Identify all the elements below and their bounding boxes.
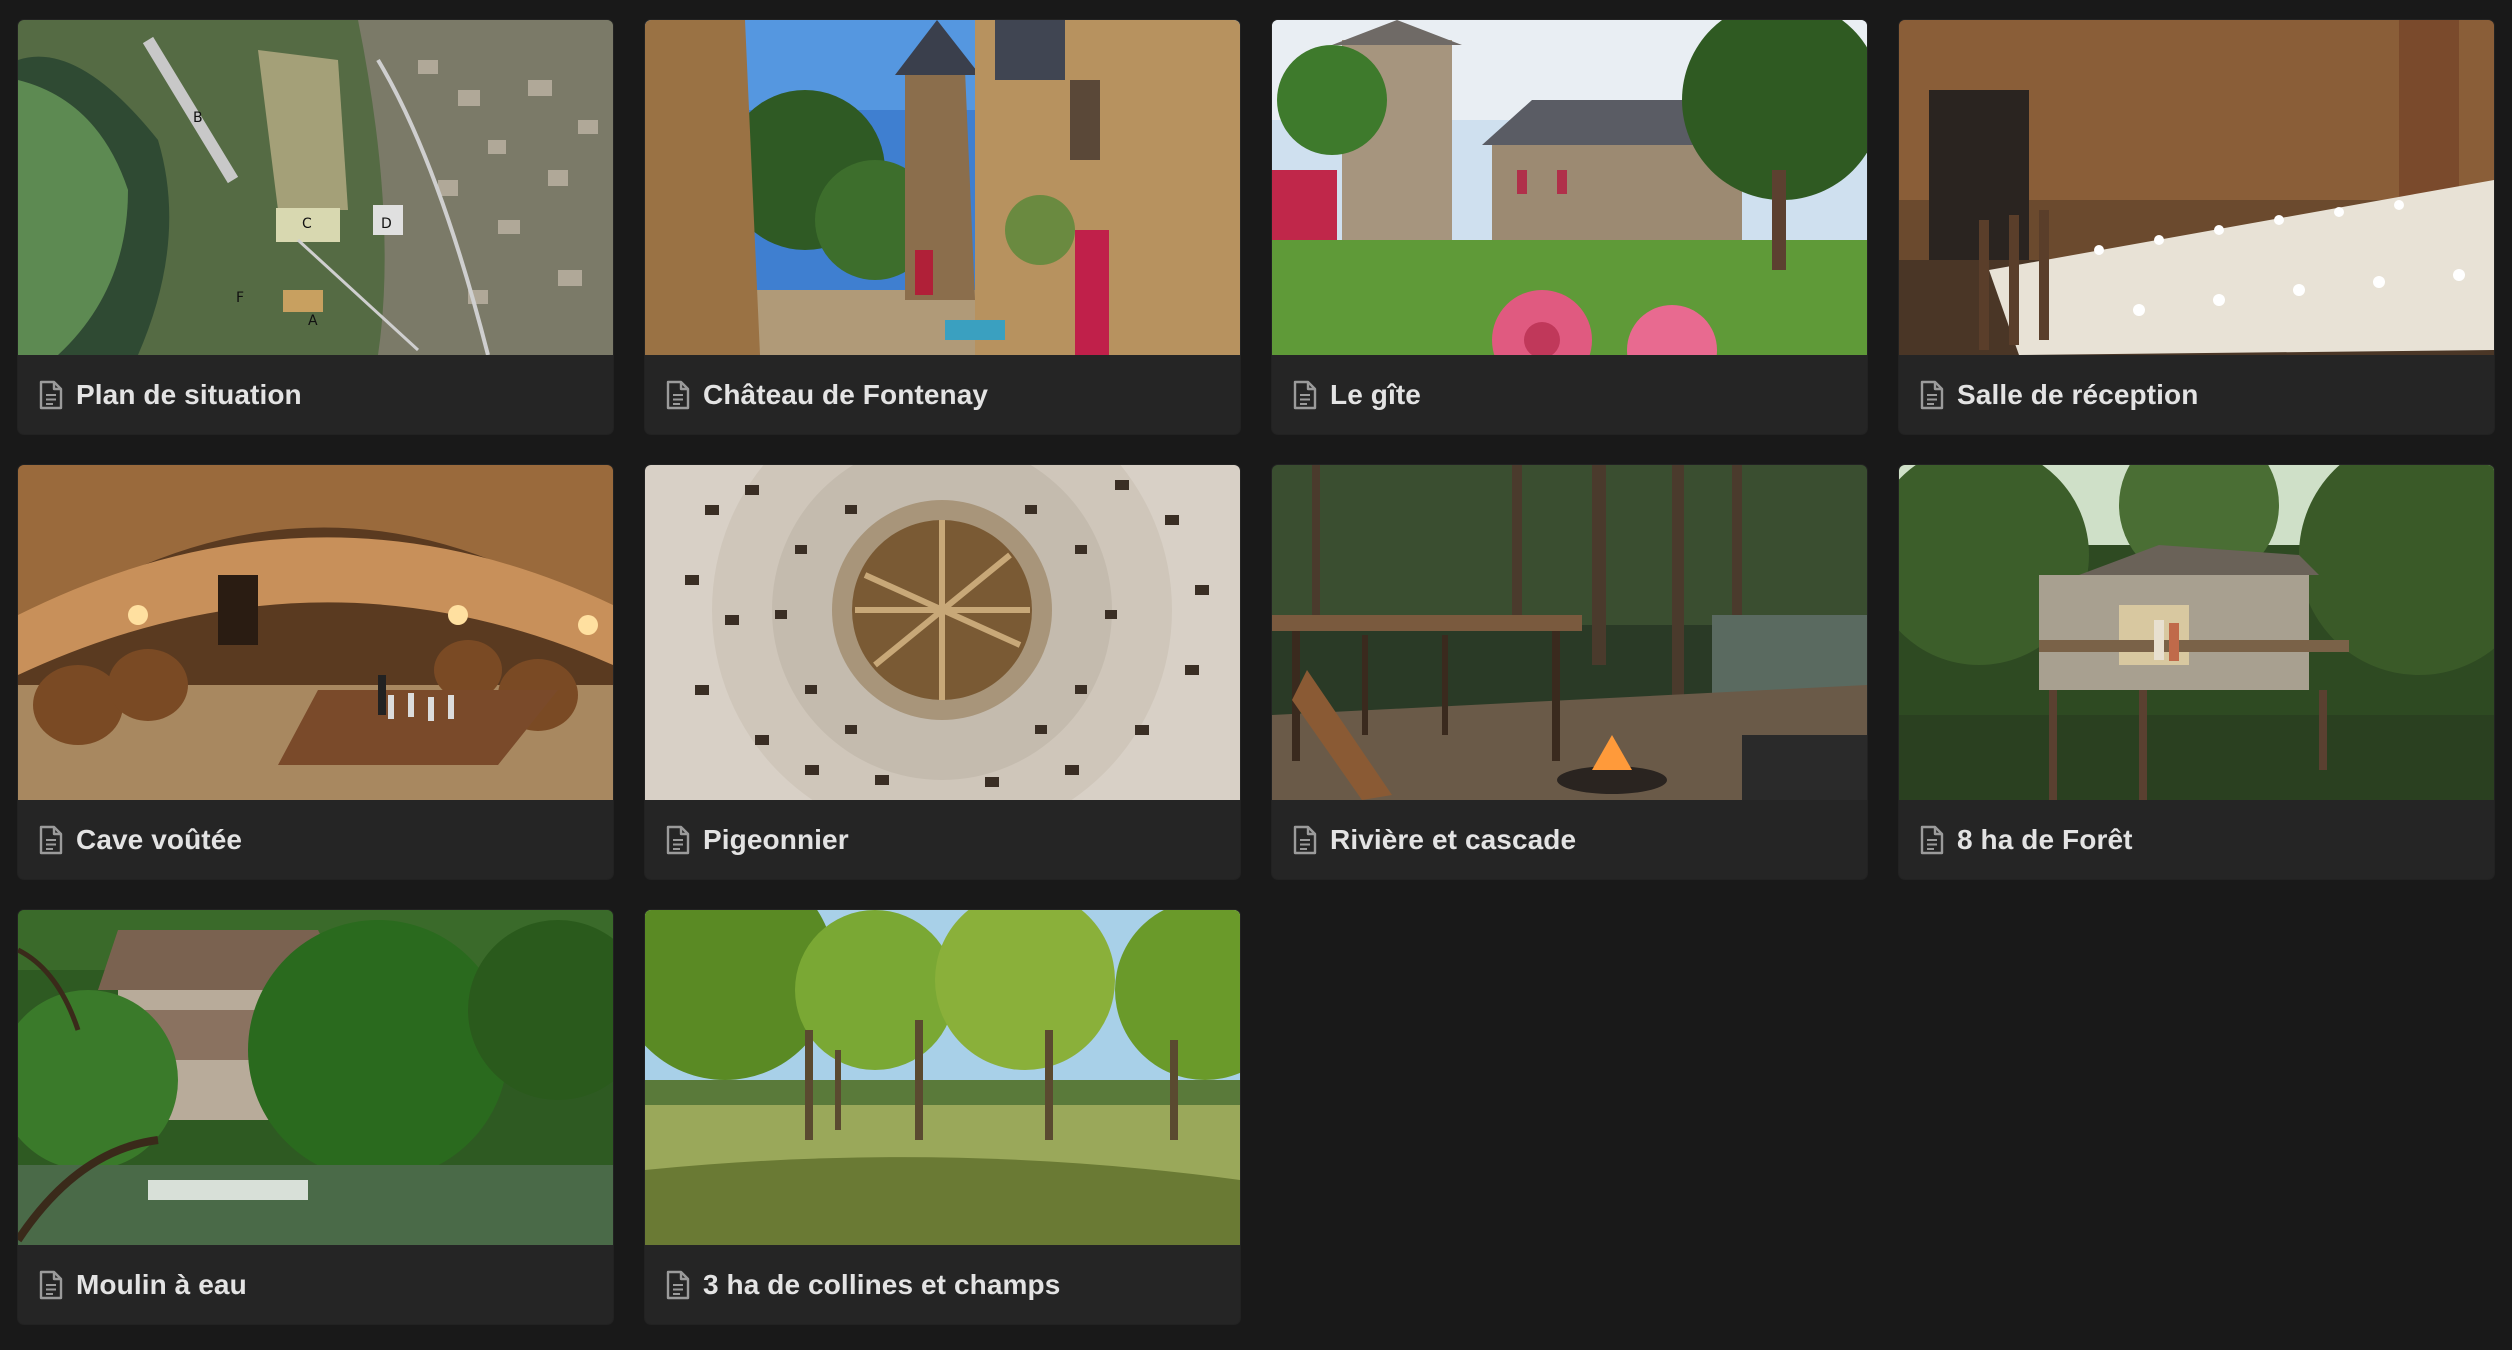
gallery-card[interactable]: Pigeonnier — [645, 465, 1240, 879]
gallery-card[interactable]: Cave voûtée — [18, 465, 613, 879]
card-title: Cave voûtée — [76, 823, 243, 855]
card-title: Le gîte — [1330, 378, 1421, 410]
card-caption: Le gîte — [1272, 355, 1867, 434]
page-document-icon — [1293, 380, 1317, 409]
map-label: C — [302, 216, 312, 232]
page-document-icon — [1293, 825, 1317, 854]
card-cover-image — [18, 910, 613, 1245]
card-caption: 3 ha de collines et champs — [645, 1245, 1240, 1324]
card-title: Pigeonnier — [703, 823, 849, 855]
card-caption: Rivière et cascade — [1272, 800, 1867, 879]
map-label: B — [193, 110, 203, 126]
card-caption: Moulin à eau — [18, 1245, 613, 1324]
gallery-card[interactable]: Le gîte — [1272, 20, 1867, 434]
card-cover-image — [645, 910, 1240, 1245]
page-document-icon — [39, 825, 63, 854]
gallery-card[interactable]: B C D F A Plan de situation — [18, 20, 613, 434]
gallery-card[interactable]: Salle de réception — [1899, 20, 2494, 434]
card-caption: Cave voûtée — [18, 800, 613, 879]
card-title: 3 ha de collines et champs — [703, 1268, 1061, 1300]
card-cover-image — [1899, 20, 2494, 355]
card-cover-image — [645, 465, 1240, 800]
card-title: Moulin à eau — [76, 1268, 247, 1300]
gallery-card[interactable]: Rivière et cascade — [1272, 465, 1867, 879]
gallery-grid: B C D F A Plan de situation Château de F… — [18, 20, 2494, 1324]
card-title: Château de Fontenay — [703, 378, 989, 410]
card-cover-image — [1272, 465, 1867, 800]
card-cover-image: B C D F A — [18, 20, 613, 355]
gallery-card[interactable]: 3 ha de collines et champs — [645, 910, 1240, 1324]
map-label: F — [236, 290, 244, 306]
page-document-icon — [666, 825, 690, 854]
map-label: D — [381, 216, 392, 232]
page-document-icon — [39, 380, 63, 409]
page-document-icon — [666, 1270, 690, 1299]
card-title: Plan de situation — [76, 378, 302, 410]
map-label: A — [308, 313, 318, 329]
card-title: Salle de réception — [1957, 378, 2199, 410]
card-cover-image — [645, 20, 1240, 355]
card-cover-image — [18, 465, 613, 800]
gallery-card[interactable]: Château de Fontenay — [645, 20, 1240, 434]
page-document-icon — [666, 380, 690, 409]
card-cover-image — [1899, 465, 2494, 800]
card-caption: 8 ha de Forêt — [1899, 800, 2494, 879]
page-document-icon — [1920, 380, 1944, 409]
card-title: 8 ha de Forêt — [1957, 823, 2133, 855]
page-document-icon — [1920, 825, 1944, 854]
card-title: Rivière et cascade — [1330, 823, 1577, 855]
card-caption: Salle de réception — [1899, 355, 2494, 434]
card-caption: Pigeonnier — [645, 800, 1240, 879]
gallery-card[interactable]: 8 ha de Forêt — [1899, 465, 2494, 879]
page-document-icon — [39, 1270, 63, 1299]
card-caption: Plan de situation — [18, 355, 613, 434]
card-caption: Château de Fontenay — [645, 355, 1240, 434]
card-cover-image — [1272, 20, 1867, 355]
gallery-card[interactable]: Moulin à eau — [18, 910, 613, 1324]
